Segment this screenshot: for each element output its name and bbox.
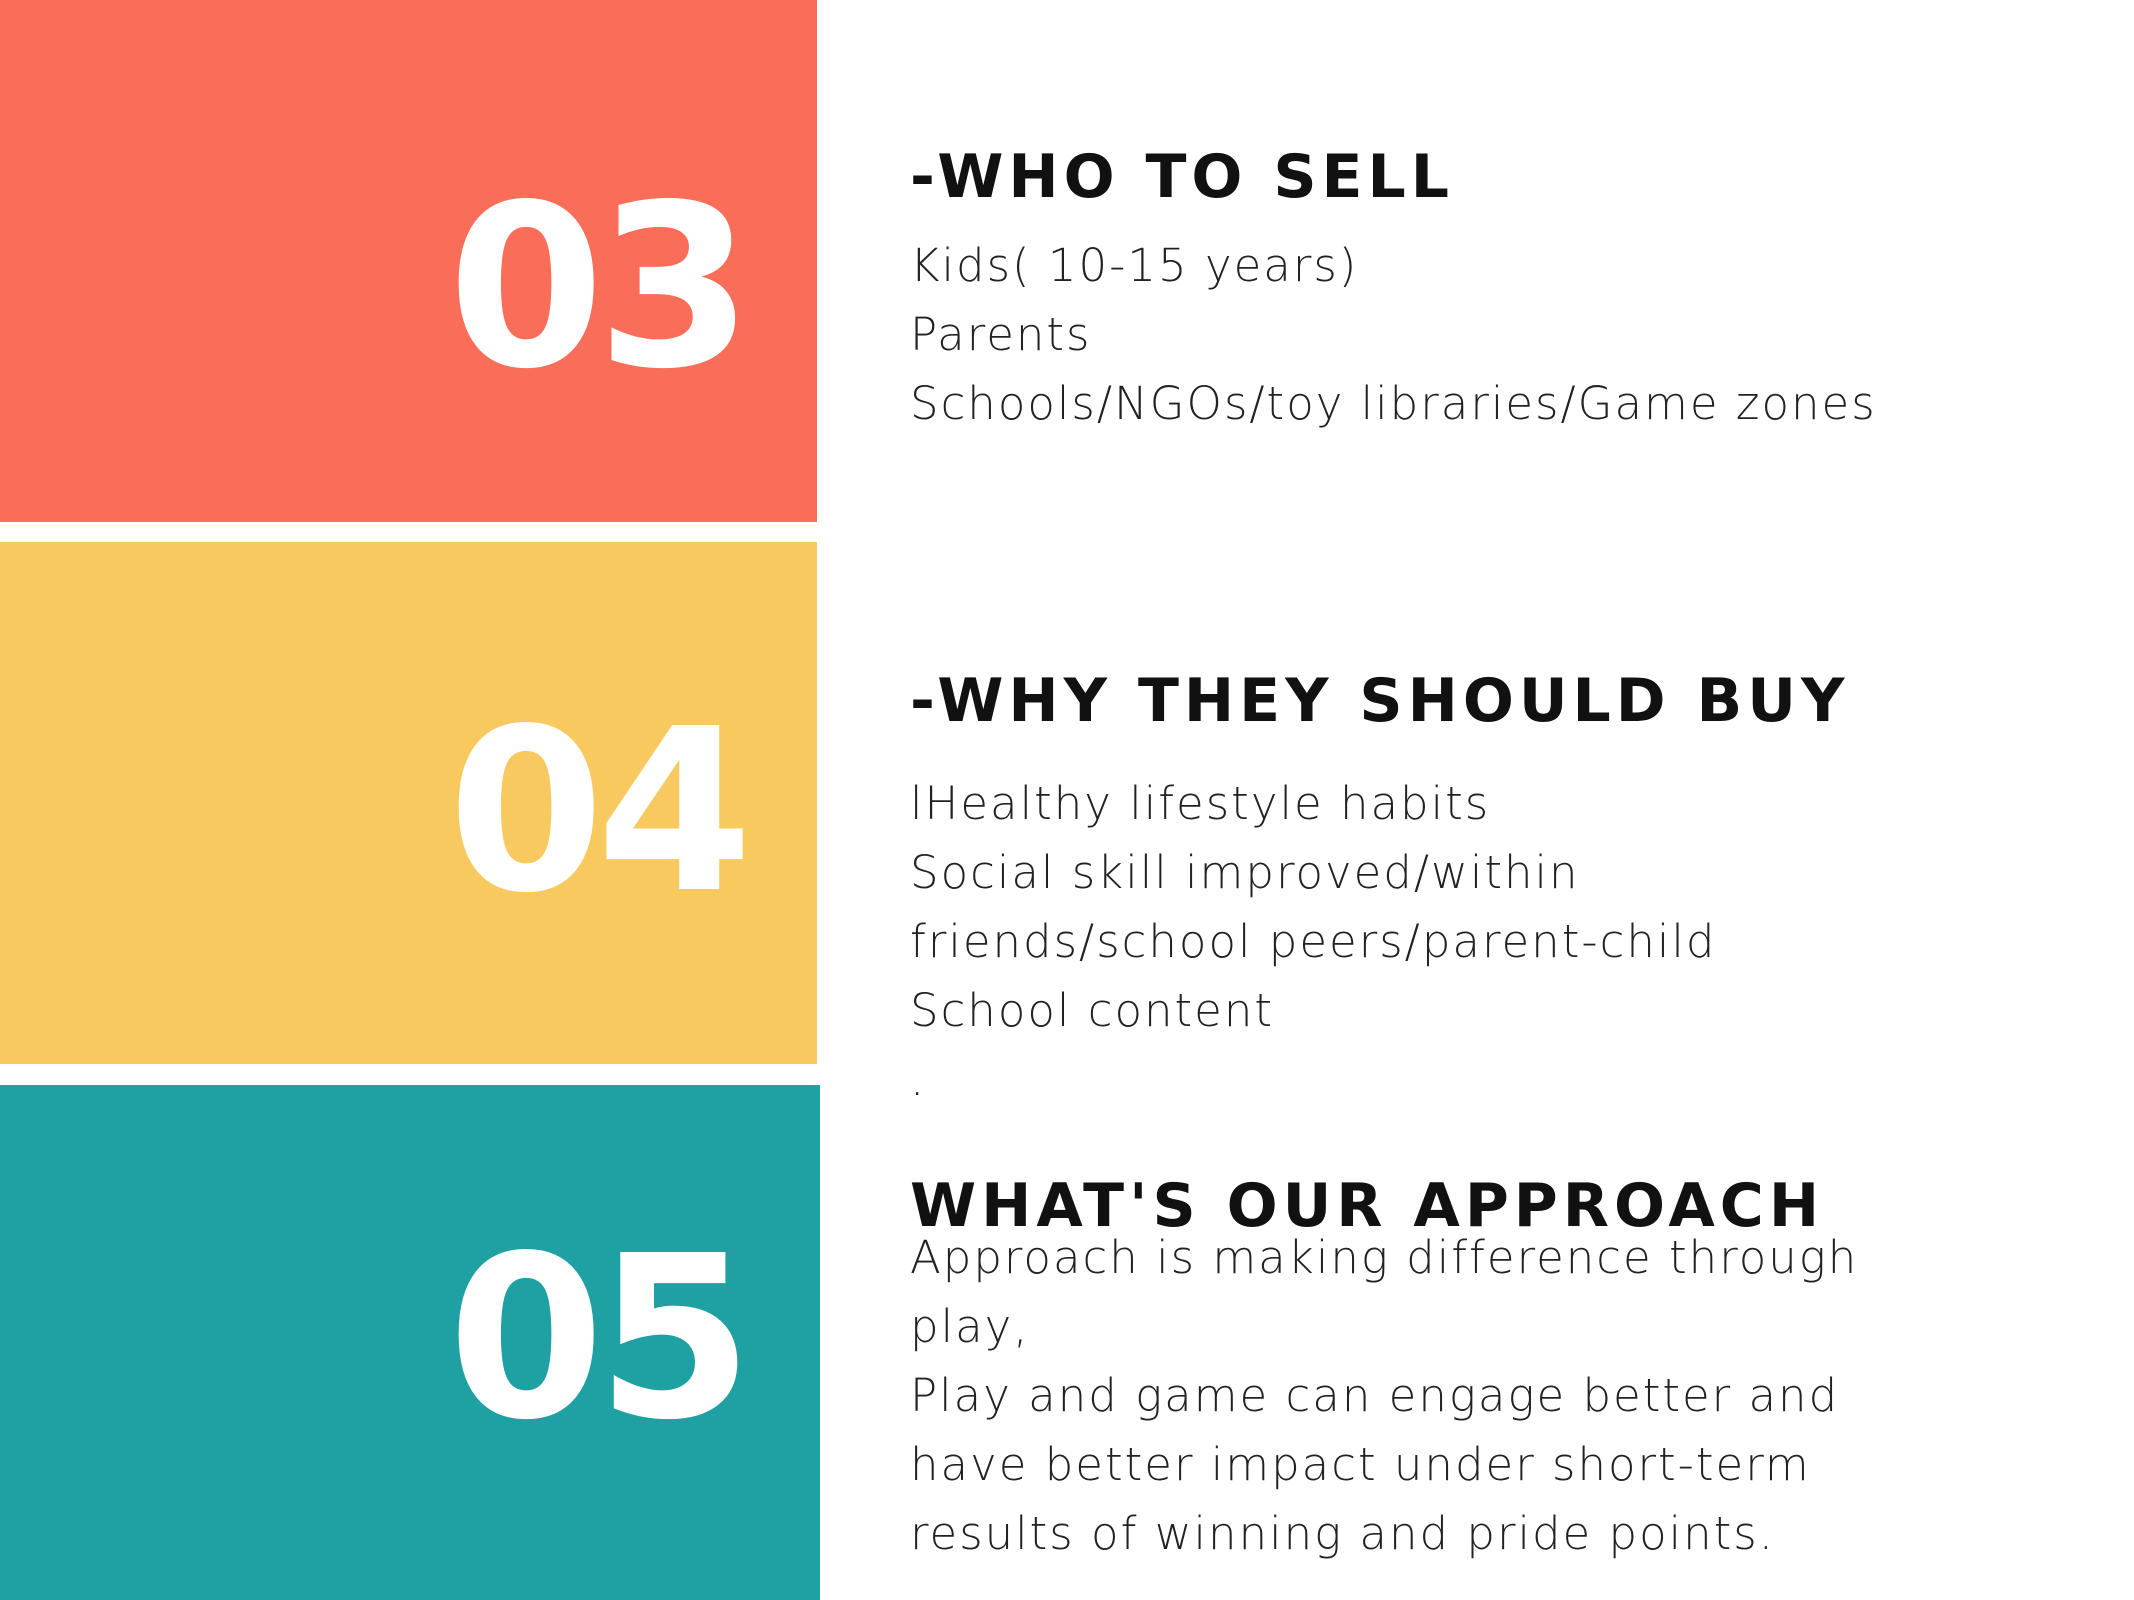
section-05-line: results of winning and pride points. [910, 1507, 1776, 1560]
section-04-line: friends/school peers/parent-child [910, 915, 1717, 968]
section-04-list: lHealthy lifestyle habits Social skill i… [910, 769, 1716, 1114]
section-03-number: 03 [447, 157, 753, 419]
section-04-line: . [910, 1053, 927, 1106]
section-04-color-block: 04 [0, 542, 817, 1064]
section-05-color-block: 05 [0, 1085, 820, 1600]
section-03-line: Schools/NGOs/toy libraries/Game zones [910, 377, 1877, 430]
section-03-heading: -WHO TO SELL [910, 142, 1454, 212]
section-03-line: Parents [910, 308, 1092, 361]
section-05-number: 05 [447, 1208, 753, 1470]
section-05-line: Approach is making difference through [910, 1231, 1859, 1284]
section-04-number: 04 [447, 681, 753, 943]
section-05-list: Approach is making difference through pl… [910, 1223, 1858, 1568]
section-04-line: lHealthy lifestyle habits [910, 777, 1491, 830]
section-04-heading: -WHY THEY SHOULD BUY [910, 666, 1850, 736]
slide: 03 -WHO TO SELL Kids( 10-15 years) Paren… [0, 0, 2134, 1600]
section-05-line: play, [910, 1300, 1030, 1353]
section-03-list: Kids( 10-15 years) Parents Schools/NGOs/… [910, 231, 1877, 438]
section-04-line: School content [910, 984, 1274, 1037]
section-05-line: Play and game can engage better and [910, 1369, 1840, 1422]
section-04-line: Social skill improved/within [910, 846, 1580, 899]
section-03-line: Kids( 10-15 years) [910, 239, 1359, 292]
section-05-line: have better impact under short-term [910, 1438, 1811, 1491]
section-03-color-block: 03 [0, 0, 817, 522]
